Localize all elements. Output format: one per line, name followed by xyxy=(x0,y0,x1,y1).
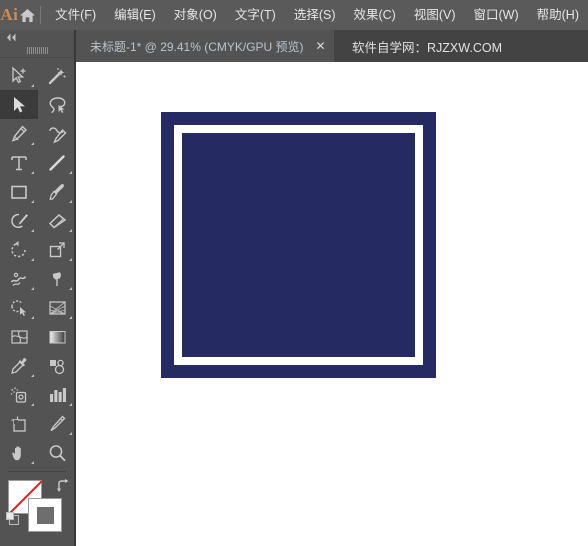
tab-untitled-1[interactable]: 未标题-1* @ 29.41% (CMYK/GPU 预览) ✕ xyxy=(76,30,334,62)
perspective-grid-tool[interactable] xyxy=(38,293,76,322)
direct-selection-tool[interactable] xyxy=(0,90,38,119)
watermark-text: 软件自学网：RJZXW.COM xyxy=(352,40,502,55)
tool-corner-marker xyxy=(69,171,72,174)
column-graph-tool[interactable] xyxy=(38,380,76,409)
menu-bar: Ai 文件(F) 编辑(E) 对象(O) 文字(T) 选择(S) 效果(C) 视… xyxy=(0,0,588,30)
fill-stroke-swatches xyxy=(0,476,76,546)
tool-corner-marker xyxy=(31,258,34,261)
type-tool[interactable] xyxy=(0,148,38,177)
rectangle-tool[interactable] xyxy=(0,177,38,206)
slice-tool[interactable] xyxy=(38,409,76,438)
tool-corner-marker xyxy=(31,200,34,203)
tool-corner-marker xyxy=(69,258,72,261)
tool-corner-marker xyxy=(31,171,34,174)
lasso-tool[interactable] xyxy=(38,90,76,119)
swap-fill-stroke-icon[interactable] xyxy=(56,479,69,492)
free-transform-tool[interactable] xyxy=(38,264,76,293)
line-segment-tool[interactable] xyxy=(38,148,76,177)
frame-inner-navy xyxy=(182,133,415,357)
menu-effect[interactable]: 效果(C) xyxy=(344,0,404,30)
tool-corner-marker xyxy=(31,229,34,232)
blend-tool[interactable] xyxy=(38,351,76,380)
eraser-tool[interactable] xyxy=(38,206,76,235)
curvature-tool[interactable] xyxy=(38,119,76,148)
menu-type[interactable]: 文字(T) xyxy=(226,0,285,30)
rotate-tool[interactable] xyxy=(0,235,38,264)
canvas-area[interactable] xyxy=(78,62,588,546)
zoom-tool[interactable] xyxy=(38,438,76,467)
artboard-tool[interactable] xyxy=(0,409,38,438)
ai-logo: Ai xyxy=(0,5,19,24)
tool-corner-marker xyxy=(31,374,34,377)
tool-corner-marker xyxy=(69,403,72,406)
home-icon[interactable] xyxy=(19,0,36,30)
stroke-swatch-center xyxy=(37,507,54,524)
magic-wand-tool[interactable] xyxy=(38,61,76,90)
tool-corner-marker xyxy=(31,84,34,87)
tool-corner-marker xyxy=(31,316,34,319)
toolbar-divider xyxy=(8,471,66,472)
tool-corner-marker xyxy=(31,287,34,290)
tools-panel xyxy=(0,30,76,546)
tool-corner-marker xyxy=(31,461,34,464)
tool-corner-marker xyxy=(69,432,72,435)
illustrator-window: Ai 文件(F) 编辑(E) 对象(O) 文字(T) 选择(S) 效果(C) 视… xyxy=(0,0,588,546)
collapse-panel-button[interactable] xyxy=(0,30,74,44)
tab-label: 未标题-1* @ 29.41% (CMYK/GPU 预览) xyxy=(90,39,304,54)
tool-corner-marker xyxy=(31,403,34,406)
menu-help[interactable]: 帮助(H) xyxy=(528,0,588,30)
menu-edit[interactable]: 编辑(E) xyxy=(105,0,165,30)
panel-drag-grip[interactable] xyxy=(0,44,74,58)
hand-tool[interactable] xyxy=(0,438,38,467)
close-icon[interactable]: ✕ xyxy=(310,30,332,62)
menu-object[interactable]: 对象(O) xyxy=(165,0,226,30)
paintbrush-tool[interactable] xyxy=(38,177,76,206)
grip-dots xyxy=(26,47,48,54)
menu-select[interactable]: 选择(S) xyxy=(285,0,345,30)
tool-corner-marker xyxy=(69,287,72,290)
tool-grid xyxy=(0,58,74,467)
shaper-tool[interactable] xyxy=(0,206,38,235)
navy-square-frame[interactable] xyxy=(161,112,436,378)
tool-corner-marker xyxy=(69,200,72,203)
mesh-tool[interactable] xyxy=(0,322,38,351)
tool-corner-marker xyxy=(69,229,72,232)
selection-tool[interactable] xyxy=(0,61,38,90)
width-tool[interactable] xyxy=(0,264,38,293)
tool-corner-marker xyxy=(69,316,72,319)
tool-corner-marker xyxy=(31,142,34,145)
gradient-tool[interactable] xyxy=(38,322,76,351)
document-tab-bar: 未标题-1* @ 29.41% (CMYK/GPU 预览) ✕ 软件自学网：RJ… xyxy=(0,30,588,62)
menu-view[interactable]: 视图(V) xyxy=(405,0,465,30)
default-fill-stroke-icon[interactable] xyxy=(6,512,19,525)
menu-window[interactable]: 窗口(W) xyxy=(465,0,528,30)
scale-tool[interactable] xyxy=(38,235,76,264)
pen-tool[interactable] xyxy=(0,119,38,148)
menu-items: 文件(F) 编辑(E) 对象(O) 文字(T) 选择(S) 效果(C) 视图(V… xyxy=(46,0,588,30)
shape-builder-tool[interactable] xyxy=(0,293,38,322)
eyedropper-tool[interactable] xyxy=(0,351,38,380)
stroke-swatch[interactable] xyxy=(28,498,62,532)
symbol-sprayer-tool[interactable] xyxy=(0,380,38,409)
menu-separator xyxy=(39,6,41,24)
menu-file[interactable]: 文件(F) xyxy=(46,0,105,30)
